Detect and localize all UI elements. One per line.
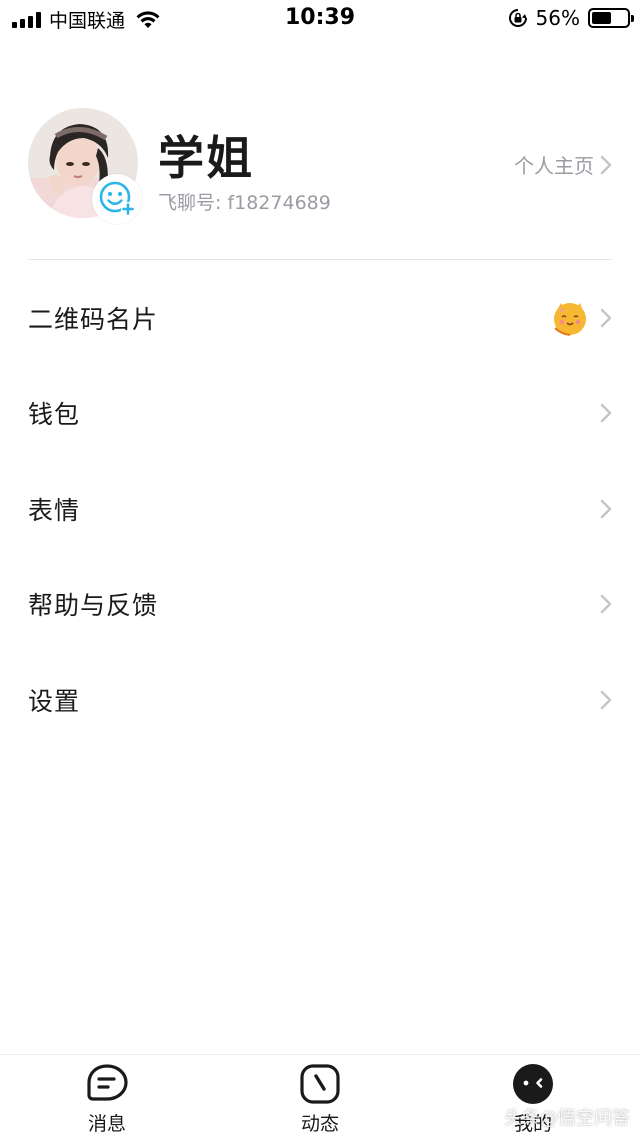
homepage-link[interactable]: 个人主页	[514, 150, 612, 179]
menu-item-right	[600, 499, 612, 519]
profile-header[interactable]: 学姐 飞聊号: f18274689 个人主页	[28, 108, 612, 224]
profile-screen: 中国联通 10:39 56% 学姐 飞聊号: f18274689 个人主页 二维…	[0, 0, 640, 1138]
tab-label: 动态	[300, 1113, 339, 1135]
chevron-right-icon	[600, 308, 612, 327]
menu-item-label: 设置	[28, 686, 81, 716]
chevron-right-icon	[600, 499, 612, 518]
tab-bar: 消息 动态 我的 头条@悟空问答	[0, 1054, 640, 1138]
battery-icon	[588, 8, 634, 28]
add-emoji-button[interactable]	[92, 174, 142, 224]
battery-percent: 56%	[535, 6, 580, 30]
chat-bubble-icon	[87, 1064, 128, 1101]
orientation-lock-icon	[508, 9, 527, 27]
menu-list: 二维码名片 钱包 表情 帮助与反馈 设置	[0, 270, 640, 748]
watermark: 头条@悟空问答	[504, 1108, 630, 1129]
chevron-right-icon	[600, 404, 612, 423]
menu-item-label: 钱包	[28, 400, 81, 430]
status-bar: 中国联通 10:39 56%	[0, 0, 640, 36]
menu-item-right	[600, 403, 612, 423]
battery-fill	[592, 12, 612, 24]
menu-item-qr-card[interactable]: 二维码名片	[0, 270, 640, 366]
tab-messages[interactable]: 消息	[52, 1063, 162, 1136]
profile-id: 飞聊号: f18274689	[158, 192, 331, 214]
add-emoji-icon	[99, 181, 135, 216]
compass-icon	[300, 1064, 340, 1104]
status-right: 56%	[508, 6, 634, 30]
menu-item-help-feedback[interactable]: 帮助与反馈	[0, 557, 640, 653]
menu-item-right	[600, 690, 612, 710]
tab-label: 消息	[87, 1113, 126, 1135]
menu-item-right	[600, 594, 612, 614]
menu-item-label: 帮助与反馈	[28, 591, 159, 621]
menu-item-right	[552, 300, 612, 336]
profile-name: 学姐	[158, 131, 254, 185]
face-icon	[513, 1064, 553, 1104]
chevron-right-icon	[600, 155, 612, 174]
menu-item-label: 二维码名片	[28, 304, 159, 334]
menu-item-label: 表情	[28, 495, 81, 525]
tab-moments[interactable]: 动态	[265, 1063, 375, 1136]
chevron-right-icon	[600, 595, 612, 614]
chevron-right-icon	[600, 690, 612, 709]
divider	[28, 259, 612, 260]
menu-item-stickers[interactable]: 表情	[0, 461, 640, 557]
menu-item-wallet[interactable]: 钱包	[0, 366, 640, 462]
homepage-label: 个人主页	[514, 154, 594, 178]
cat-sticker-icon	[554, 302, 586, 336]
menu-item-settings[interactable]: 设置	[0, 652, 640, 748]
